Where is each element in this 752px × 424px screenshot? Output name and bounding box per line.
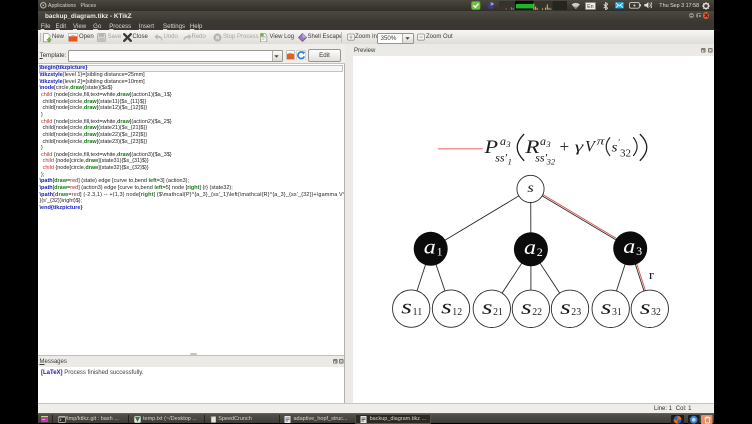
svg-text:a: a: [540, 134, 546, 148]
svg-text:ss′: ss′: [495, 151, 507, 165]
svg-text:3: 3: [505, 140, 510, 150]
svg-text:+: +: [560, 137, 570, 156]
svg-text:1: 1: [437, 245, 443, 259]
svg-text:V: V: [585, 139, 597, 156]
svg-text:3: 3: [636, 245, 642, 259]
svg-text:a: a: [524, 235, 536, 259]
svg-text:32: 32: [620, 148, 631, 160]
svg-text:s: s: [441, 297, 452, 319]
svg-text:s: s: [527, 181, 534, 196]
svg-text:s: s: [521, 297, 532, 319]
svg-text:11: 11: [413, 306, 423, 318]
svg-text:32: 32: [651, 306, 661, 318]
svg-text:21: 21: [493, 306, 503, 318]
svg-text:2: 2: [537, 245, 543, 259]
svg-text:a: a: [424, 235, 436, 259]
svg-text:31: 31: [612, 306, 622, 318]
svg-text:23: 23: [571, 306, 581, 318]
svg-text:s: s: [640, 297, 651, 319]
svg-text:s: s: [482, 297, 493, 319]
svg-text:12: 12: [452, 306, 462, 318]
svg-text:3: 3: [545, 140, 550, 150]
svg-text:γ: γ: [575, 140, 585, 156]
svg-text:a: a: [623, 234, 635, 258]
svg-text:1: 1: [508, 157, 512, 167]
svg-text:′: ′: [618, 138, 620, 148]
svg-text:a: a: [500, 134, 506, 148]
svg-text:32: 32: [546, 157, 556, 167]
svg-text:s: s: [560, 297, 571, 319]
svg-text:s: s: [612, 141, 619, 156]
svg-text:22: 22: [532, 306, 542, 318]
svg-text:r: r: [649, 267, 655, 282]
svg-text:s: s: [401, 297, 412, 319]
svg-text:s: s: [601, 297, 612, 319]
svg-text:π: π: [597, 137, 606, 148]
